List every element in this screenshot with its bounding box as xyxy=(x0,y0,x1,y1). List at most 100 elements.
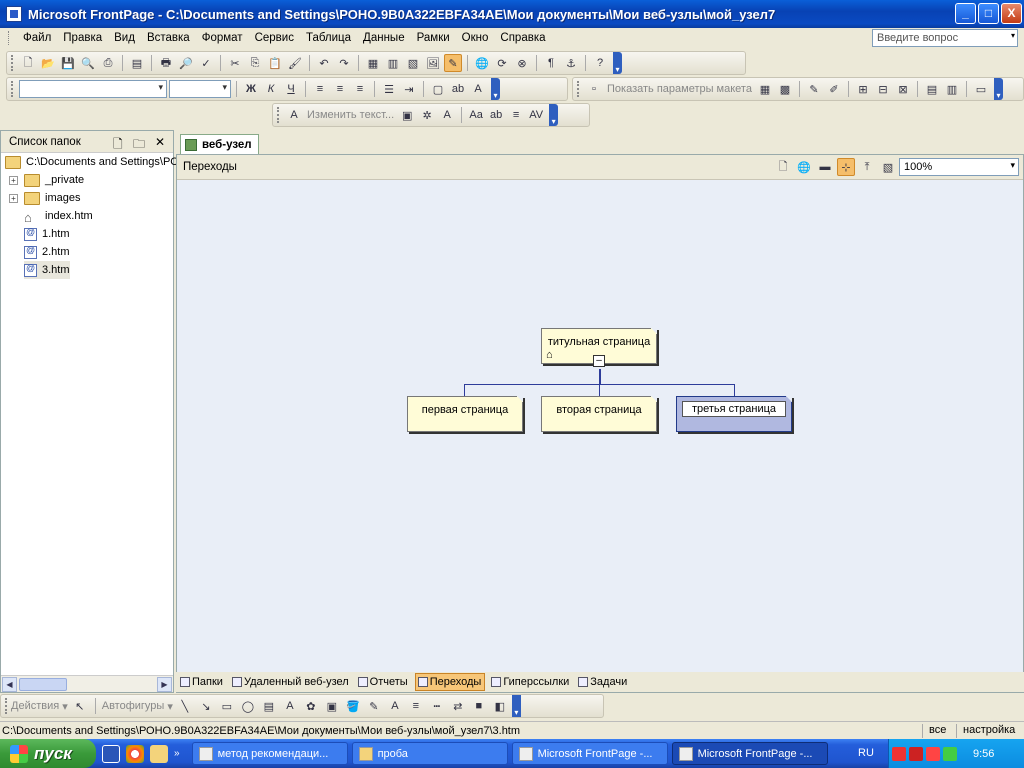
toggle-pane-icon[interactable]: ▤ xyxy=(128,54,146,72)
underline-icon[interactable]: Ч xyxy=(282,80,300,98)
menu-table[interactable]: Таблица xyxy=(300,32,357,44)
anchor-icon[interactable]: ⚓ xyxy=(562,54,580,72)
clock[interactable]: 9:56 xyxy=(973,748,994,760)
split-icon[interactable]: ⊞ xyxy=(854,80,872,98)
arrow-style-icon[interactable]: ⇄ xyxy=(449,697,467,715)
quicklaunch-more-icon[interactable]: » xyxy=(174,748,180,759)
menu-tools[interactable]: Сервис xyxy=(249,32,300,44)
close-icon[interactable]: ✕ xyxy=(155,135,165,149)
folder-item-images[interactable]: + images xyxy=(9,189,80,207)
task-folder[interactable]: проба xyxy=(351,742,508,765)
menu-frames[interactable]: Рамки xyxy=(411,32,456,44)
nav-node-first-page[interactable]: первая страница xyxy=(407,396,523,432)
language-indicator[interactable]: RU xyxy=(858,747,874,759)
font-color-icon[interactable]: A xyxy=(469,80,487,98)
bold-icon[interactable]: Ж xyxy=(242,80,260,98)
nav-node-second-page[interactable]: вторая страница xyxy=(541,396,657,432)
numbering-icon[interactable]: ☰ xyxy=(380,80,398,98)
media-quicklaunch-icon[interactable] xyxy=(126,744,144,763)
wordart-icon[interactable]: A xyxy=(281,697,299,715)
merge-icon[interactable]: ⊟ xyxy=(874,80,892,98)
oval-icon[interactable]: ◯ xyxy=(239,697,257,715)
wordart-format-icon[interactable]: ✲ xyxy=(418,106,436,124)
borders-icon[interactable]: ▢ xyxy=(429,80,447,98)
folder-root[interactable]: C:\Documents and Settings\PC xyxy=(5,153,178,171)
tab-folders[interactable]: Папки xyxy=(178,673,226,691)
new-top-page-icon[interactable]: 🗋 xyxy=(774,158,792,176)
task-frontpage-1[interactable]: Microsoft FrontPage -... xyxy=(511,742,668,765)
publish-icon[interactable]: ⎙ xyxy=(99,54,117,72)
wordart-icon[interactable]: ▣ xyxy=(398,106,416,124)
new-page-icon[interactable]: 🗋 xyxy=(19,54,37,72)
frontpage-app-icon[interactable] xyxy=(6,6,22,22)
menu-format[interactable]: Формат xyxy=(196,32,249,44)
redo-icon[interactable]: ↷ xyxy=(335,54,353,72)
ask-question-input[interactable]: Введите вопрос ▾ xyxy=(872,29,1018,47)
word-quicklaunch-icon[interactable] xyxy=(102,744,120,763)
drawing-icon[interactable]: ✎ xyxy=(444,54,462,72)
textbox-icon[interactable]: ▤ xyxy=(260,697,278,715)
tab-hyperlinks[interactable]: Гиперссылки xyxy=(489,673,572,691)
toolbar-options-icon[interactable]: ▾ xyxy=(491,78,500,100)
toolbar-options-icon[interactable]: ▾ xyxy=(613,52,622,74)
wordart-shape-icon[interactable]: A xyxy=(438,106,456,124)
folder-item-page2[interactable]: 2.htm xyxy=(24,243,70,261)
cut-icon[interactable]: ✂ xyxy=(226,54,244,72)
spelling-icon[interactable]: ✓ xyxy=(197,54,215,72)
toolbar-grip[interactable] xyxy=(11,55,14,71)
scroll-thumb[interactable] xyxy=(19,678,67,691)
actions-menu[interactable]: Действия xyxy=(11,700,59,712)
ati-icon[interactable] xyxy=(892,746,906,761)
tab-web-site[interactable]: веб-узел xyxy=(180,134,259,154)
3d-icon[interactable]: ◧ xyxy=(491,697,509,715)
close-button[interactable]: X xyxy=(1001,3,1022,24)
folder-item-page3[interactable]: 3.htm xyxy=(24,261,70,279)
web-component-icon[interactable]: ▦ xyxy=(364,54,382,72)
menu-window[interactable]: Окно xyxy=(456,32,495,44)
insert-table-icon[interactable]: ▥ xyxy=(384,54,402,72)
menu-data[interactable]: Данные xyxy=(357,32,411,44)
line-color-icon[interactable]: ✎ xyxy=(365,697,383,715)
expand-icon[interactable]: + xyxy=(9,193,18,203)
highlight-icon[interactable]: ab xyxy=(449,80,467,98)
align-center-icon[interactable]: ≡ xyxy=(331,80,349,98)
line-style-icon[interactable]: ≡ xyxy=(407,697,425,715)
tab-navigation[interactable]: Переходы xyxy=(414,673,486,691)
picture-icon[interactable]: ▣ xyxy=(323,697,341,715)
dash-style-icon[interactable]: ┅ xyxy=(428,697,446,715)
network-icon[interactable] xyxy=(943,746,957,761)
paste-icon[interactable]: 📋 xyxy=(266,54,284,72)
custom-link-bar-icon[interactable]: ▬ xyxy=(816,158,834,176)
italic-icon[interactable]: К xyxy=(262,80,280,98)
preview-icon[interactable]: 🔎 xyxy=(177,54,195,72)
fill-color-icon[interactable]: 🪣 xyxy=(344,697,362,715)
minimize-button[interactable]: _ xyxy=(955,3,976,24)
toolbar-options-icon[interactable]: ▾ xyxy=(549,104,559,126)
folder-horizontal-scrollbar[interactable]: ◀ ▶ xyxy=(1,675,173,692)
hyperlink-icon[interactable]: 🌐 xyxy=(473,54,491,72)
draw-table-icon[interactable]: ✎ xyxy=(805,80,823,98)
start-button[interactable]: пуск xyxy=(0,739,96,768)
folder-item-index[interactable]: ⌂ index.htm xyxy=(24,207,93,225)
scroll-right-icon[interactable]: ▶ xyxy=(157,677,172,692)
autoshapes-menu[interactable]: Автофигуры xyxy=(102,700,165,712)
tab-remote-site[interactable]: Удаленный веб-узел xyxy=(230,673,352,691)
toolbar-grip[interactable] xyxy=(5,698,8,714)
print-icon[interactable]: 🖶 xyxy=(157,54,175,72)
tab-tasks[interactable]: Задачи xyxy=(576,673,630,691)
menu-help[interactable]: Справка xyxy=(494,32,551,44)
toolbar-options-icon[interactable]: ▾ xyxy=(993,78,1003,100)
distribute-icon[interactable]: ⊠ xyxy=(894,80,912,98)
toolbar-grip[interactable] xyxy=(11,81,14,97)
layout-table-icon[interactable]: ▦ xyxy=(756,80,774,98)
help-icon[interactable]: ? xyxy=(591,54,609,72)
show-layout-params-label[interactable]: Показать параметры макета xyxy=(605,83,754,95)
open-icon[interactable]: 📂 xyxy=(39,54,57,72)
chevron-down-icon[interactable]: ▾ xyxy=(167,700,173,713)
expand-icon[interactable]: + xyxy=(9,175,18,185)
align-right-icon[interactable]: ≡ xyxy=(351,80,369,98)
view-subtree-icon[interactable]: ⤒ xyxy=(858,158,876,176)
antivirus-icon[interactable] xyxy=(909,746,923,761)
layout-cell-icon[interactable]: ▩ xyxy=(776,80,794,98)
add-existing-page-icon[interactable]: 🌐 xyxy=(795,158,813,176)
